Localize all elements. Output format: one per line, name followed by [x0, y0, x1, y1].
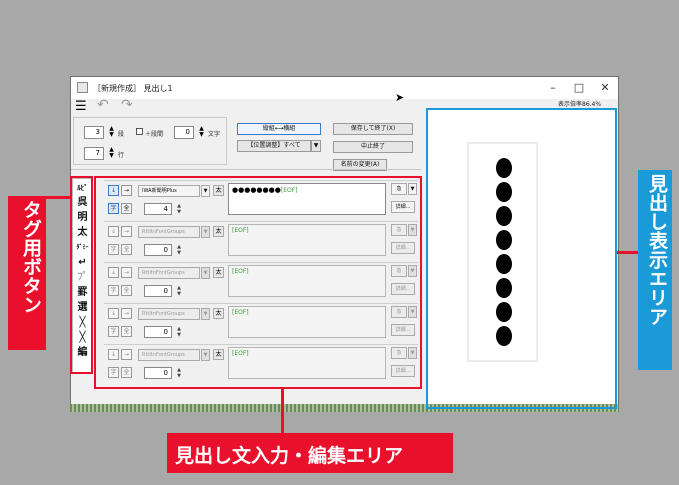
tag-buttons-label-box: タグ用ボタン [8, 196, 46, 350]
danma-label: ＋段間 [145, 131, 164, 138]
dan-label: 段 [118, 131, 125, 138]
menu-icon[interactable]: ☰ [75, 99, 87, 114]
dan-input[interactable]: 3 [84, 126, 104, 139]
maximize-button[interactable]: □ [571, 80, 587, 96]
undo-icon[interactable]: ↶ [97, 97, 109, 113]
moji-input[interactable]: 0 [174, 126, 194, 139]
divider [71, 169, 421, 170]
redo-icon[interactable]: ↷ [121, 97, 133, 113]
gyo-label: 行 [118, 152, 125, 159]
edit-area-highlight [94, 176, 422, 389]
gyo-spinner[interactable]: ▲ ▼ [106, 147, 117, 160]
window-title: ［新規作成］ 見出し1 [93, 84, 173, 93]
preview-connector [617, 251, 639, 254]
preview-area-label: 見出し表示エリア [646, 174, 668, 326]
layout-settings-panel: 3 ▲ ▼ 段 ＋段間 0 ▲ ▼ 文字 7 ▲ ▼ 行 [73, 117, 227, 165]
close-button[interactable]: ✕ [597, 80, 613, 96]
gyo-input[interactable]: 7 [84, 147, 104, 160]
tag-buttons-highlight [70, 176, 93, 374]
preview-area-label-box: 見出し表示エリア [638, 170, 672, 370]
save-exit-button[interactable]: 保存して終了(X) [333, 123, 413, 135]
tag-buttons-label: タグ用ボタン [20, 200, 42, 314]
edit-connector [281, 389, 284, 435]
moji-spinner[interactable]: ▲ ▼ [196, 126, 207, 139]
zoom-label: 表示倍率86.4% [558, 101, 602, 108]
danma-checkbox[interactable] [136, 128, 143, 135]
preview-area-highlight [426, 108, 617, 409]
orientation-toggle-button[interactable]: 縦組⟷横組 [237, 123, 321, 135]
app-icon [77, 82, 88, 93]
mouse-cursor-icon: ➤ [395, 91, 405, 104]
edit-area-label-box: 見出し文入力・編集エリア [167, 433, 453, 473]
cancel-exit-button[interactable]: 中止終了 [333, 141, 413, 153]
position-adjust-dropdown[interactable]: ▼ [311, 140, 321, 152]
moji-label: 文字 [208, 131, 221, 138]
minimize-button[interactable]: – [545, 80, 561, 96]
dan-spinner[interactable]: ▲ ▼ [106, 126, 117, 139]
edit-area-label: 見出し文入力・編集エリア [175, 445, 404, 467]
title-bar: ［新規作成］ 見出し1 – □ ✕ [71, 77, 618, 99]
position-adjust-select[interactable]: 【位置調整】すべて [237, 140, 311, 152]
